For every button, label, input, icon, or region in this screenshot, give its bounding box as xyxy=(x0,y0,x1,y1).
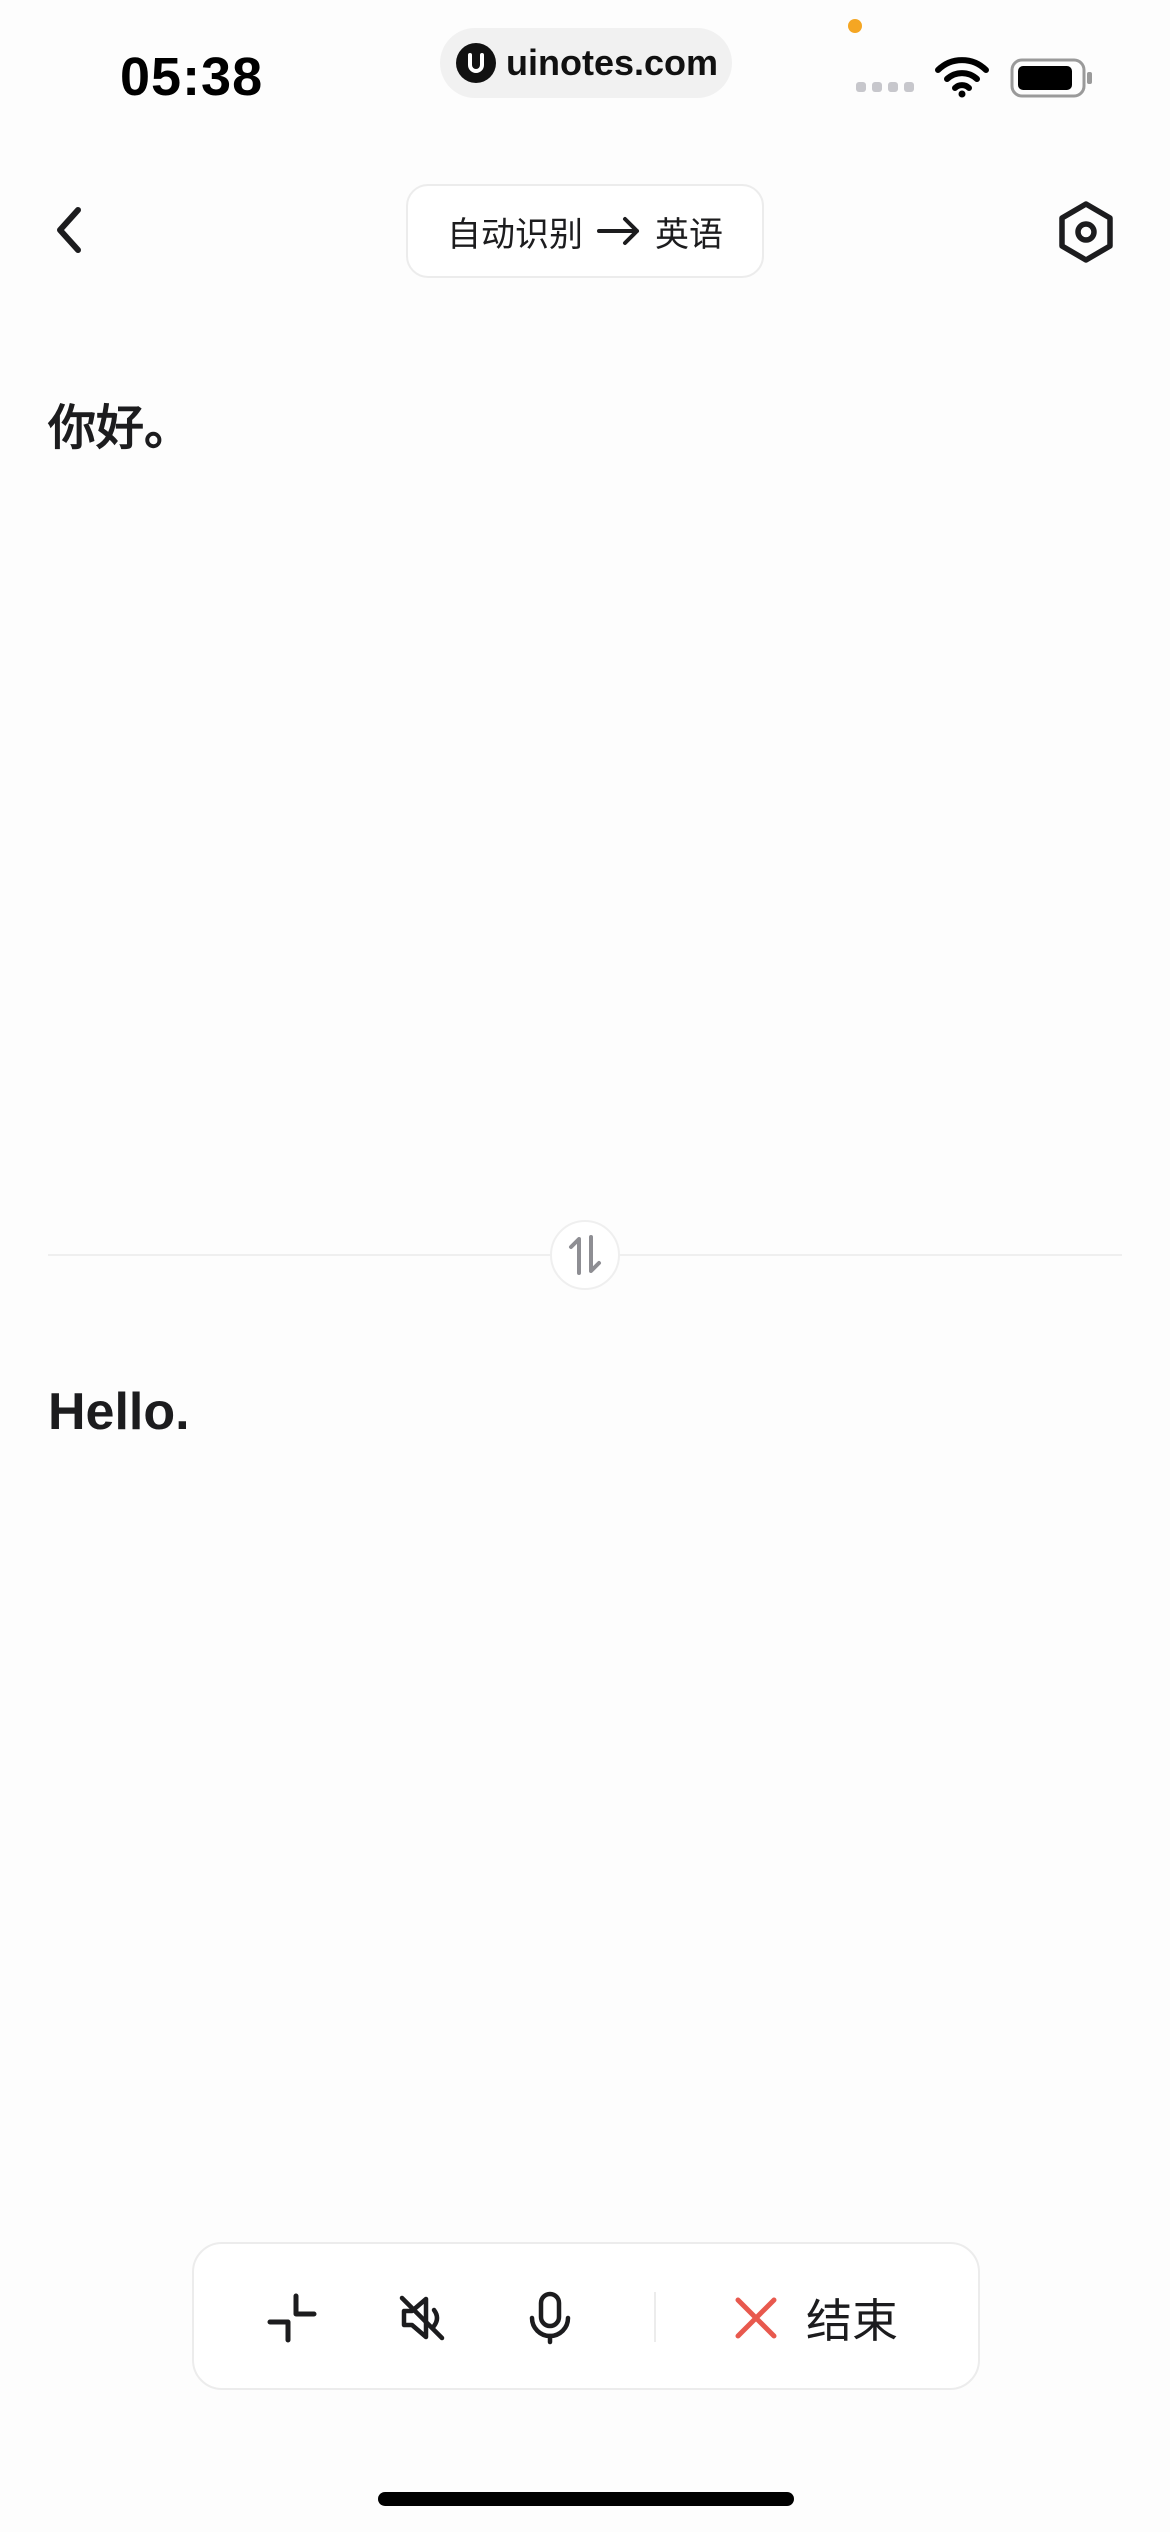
status-time: 05:38 xyxy=(120,47,264,107)
minimize-button[interactable] xyxy=(264,2290,320,2346)
mute-button[interactable] xyxy=(394,2290,450,2346)
battery-icon xyxy=(1010,58,1094,102)
minimize-icon xyxy=(267,2293,317,2343)
end-label: 结束 xyxy=(806,2294,898,2348)
url-pill[interactable]: uinotes.com xyxy=(440,28,732,98)
site-logo-icon xyxy=(456,43,496,83)
signal-icon xyxy=(856,82,914,92)
back-button[interactable] xyxy=(44,200,100,260)
arrow-right-icon xyxy=(597,217,639,245)
hexagon-settings-icon xyxy=(1059,201,1113,263)
chevron-left-icon xyxy=(57,207,81,253)
home-indicator[interactable] xyxy=(378,2492,794,2506)
target-text: Hello. xyxy=(48,1383,190,1441)
microphone-icon xyxy=(529,2291,571,2345)
toolbar-separator xyxy=(654,2292,656,2342)
close-icon xyxy=(735,2297,777,2339)
wifi-icon xyxy=(934,56,990,102)
language-selector[interactable]: 自动识别 英语 xyxy=(406,184,764,278)
source-language: 自动识别 xyxy=(447,214,583,255)
source-text: 你好。 xyxy=(48,400,193,456)
swap-button[interactable] xyxy=(550,1220,620,1290)
speaker-muted-icon xyxy=(399,2295,445,2341)
privacy-indicator-dot xyxy=(848,19,862,33)
bottom-toolbar: 结束 xyxy=(192,2242,980,2390)
end-button[interactable]: 结束 xyxy=(734,2274,898,2362)
url-text: uinotes.com xyxy=(506,42,719,83)
target-language: 英语 xyxy=(655,214,723,255)
settings-button[interactable] xyxy=(1054,200,1118,264)
microphone-button[interactable] xyxy=(522,2290,578,2346)
translation-screen: 05:38 uinotes.com 自动识别 英语 你好。 Hello. 结束 xyxy=(0,0,1170,2532)
swap-vertical-icon xyxy=(569,1235,601,1275)
